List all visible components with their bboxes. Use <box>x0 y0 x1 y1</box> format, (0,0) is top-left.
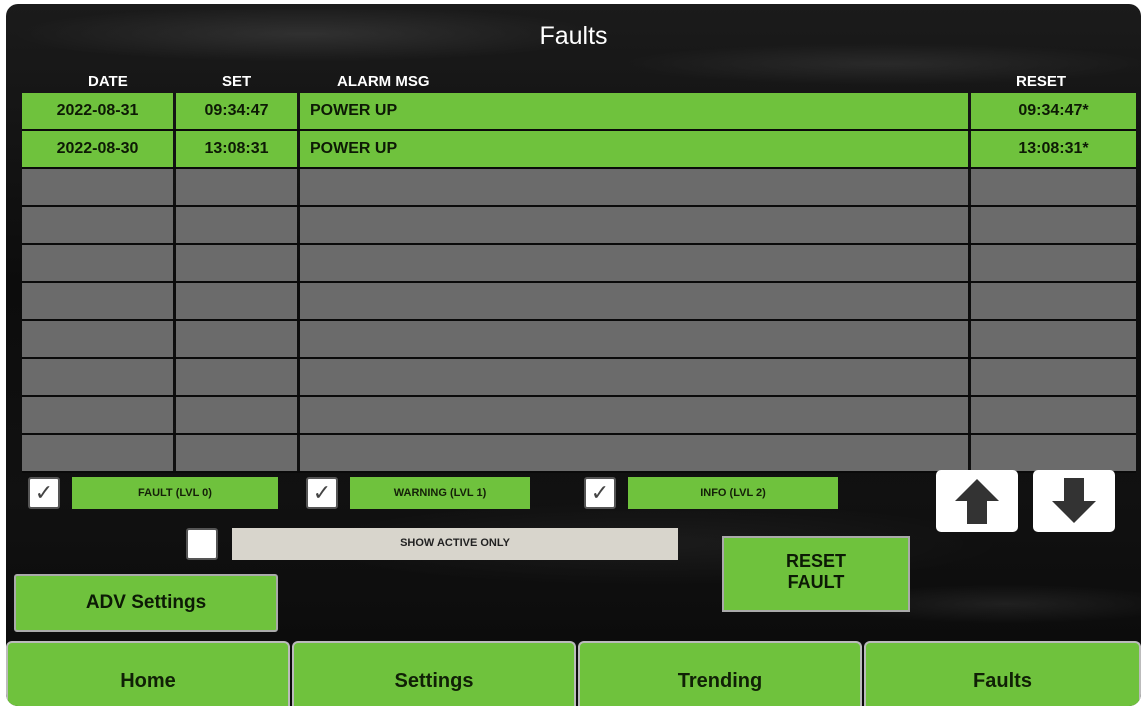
fault-filter-label[interactable]: FAULT (LVL 0) <box>72 477 278 509</box>
reset-fault-label-line1: RESET <box>785 551 846 571</box>
checkmark-icon: ✓ <box>34 480 54 505</box>
empty-table-row <box>22 397 1136 435</box>
reset-time-cell: 09:34:47* <box>971 93 1136 129</box>
arrow-down-icon <box>1052 478 1096 523</box>
info-filter-label[interactable]: INFO (LVL 2) <box>628 477 838 509</box>
fault-table: 2022-08-31 09:34:47 POWER UP 09:34:47* 2… <box>22 93 1136 473</box>
nav-tab-settings[interactable]: Settings <box>292 641 576 706</box>
table-row[interactable]: 2022-08-30 13:08:31 POWER UP 13:08:31* <box>22 131 1136 169</box>
reset-time-cell: 13:08:31* <box>971 131 1136 167</box>
date-cell: 2022-08-30 <box>22 131 173 167</box>
show-active-only-label[interactable]: SHOW ACTIVE ONLY <box>232 528 678 560</box>
empty-table-row <box>22 245 1136 283</box>
column-header-reset: RESET <box>1016 73 1067 90</box>
reset-fault-button[interactable]: RESET FAULT <box>722 536 910 612</box>
scroll-up-button[interactable] <box>936 470 1018 532</box>
nav-tab-home[interactable]: Home <box>6 641 290 706</box>
set-time-cell: 09:34:47 <box>176 93 297 129</box>
adv-settings-button[interactable]: ADV Settings <box>14 574 278 632</box>
warning-filter-checkbox[interactable]: ✓ <box>306 477 338 509</box>
arrow-up-icon <box>955 479 999 524</box>
table-row[interactable]: 2022-08-31 09:34:47 POWER UP 09:34:47* <box>22 93 1136 131</box>
reset-fault-label-line2: FAULT <box>787 572 845 592</box>
page-title: Faults <box>539 22 608 50</box>
scroll-down-button[interactable] <box>1033 470 1115 532</box>
checkmark-icon: ✓ <box>590 480 610 505</box>
warning-filter-label[interactable]: WARNING (LVL 1) <box>350 477 530 509</box>
empty-table-row <box>22 169 1136 207</box>
alarm-message-cell: POWER UP <box>300 131 968 167</box>
nav-tab-faults[interactable]: Faults <box>864 641 1141 706</box>
set-time-cell: 13:08:31 <box>176 131 297 167</box>
column-header-date: DATE <box>88 73 128 90</box>
empty-table-row <box>22 359 1136 397</box>
fault-filter-checkbox[interactable]: ✓ <box>28 477 60 509</box>
nav-tab-trending[interactable]: Trending <box>578 641 862 706</box>
column-header-set: SET <box>222 73 252 90</box>
empty-table-row <box>22 207 1136 245</box>
alarm-message-cell: POWER UP <box>300 93 968 129</box>
empty-table-row <box>22 283 1136 321</box>
info-filter-checkbox[interactable]: ✓ <box>584 477 616 509</box>
show-active-only-checkbox[interactable] <box>186 528 218 560</box>
column-header-alarm-msg: ALARM MSG <box>337 73 430 90</box>
hmi-screen: Faults DATE SET ALARM MSG RESET 2022-08-… <box>6 4 1141 706</box>
date-cell: 2022-08-31 <box>22 93 173 129</box>
checkmark-icon: ✓ <box>312 480 332 505</box>
empty-table-row <box>22 321 1136 359</box>
empty-table-row <box>22 435 1136 473</box>
